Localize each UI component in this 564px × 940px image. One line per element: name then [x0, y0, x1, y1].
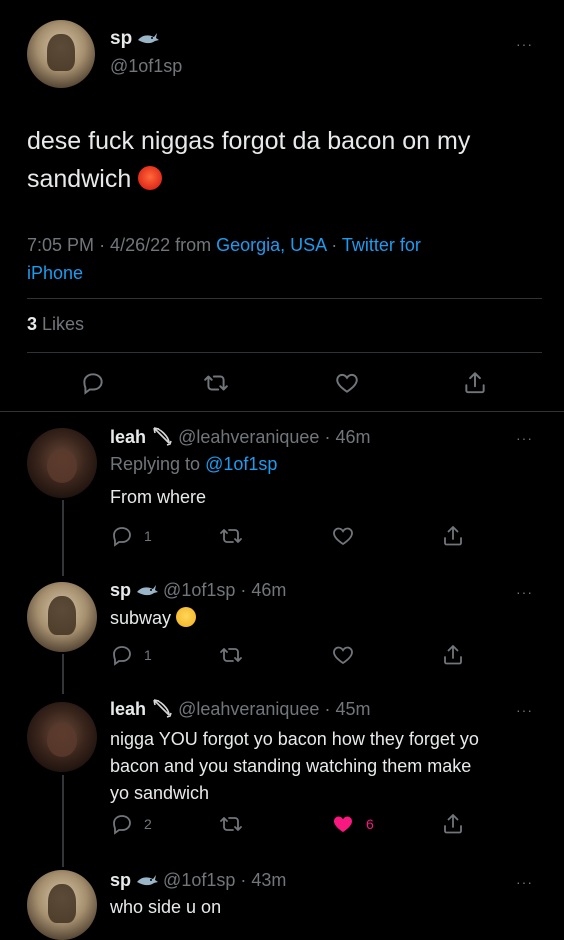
reply-icon[interactable] — [80, 370, 106, 396]
retweet-icon[interactable] — [203, 370, 229, 396]
more-options-icon[interactable]: ··· — [516, 584, 533, 600]
tweet-text: who side u on — [110, 897, 222, 917]
thread-line — [62, 775, 64, 867]
tweet-text: subway — [110, 607, 197, 629]
display-name[interactable]: leah — [110, 699, 146, 719]
avatar[interactable] — [27, 20, 95, 88]
liked-heart-icon[interactable] — [331, 812, 355, 836]
retweet-icon[interactable] — [219, 524, 243, 548]
tweet-meta: 7:05 PM · 4/26/22 from Georgia, USA · Tw… — [27, 231, 547, 287]
tweet-text: dese fuck niggas forgot da bacon on my s… — [27, 127, 471, 193]
share-icon[interactable] — [441, 812, 465, 836]
thread-line — [62, 654, 64, 694]
share-icon[interactable] — [462, 370, 488, 396]
display-name[interactable]: sp — [110, 580, 131, 600]
display-name[interactable]: sp — [110, 28, 132, 49]
tweet-text: From where — [110, 487, 207, 507]
shushing-face-emoji-icon — [176, 607, 197, 627]
shark-emoji-icon — [137, 875, 159, 886]
handle[interactable]: @leahveraniquee — [178, 699, 319, 719]
angry-face-emoji-icon — [138, 166, 163, 190]
tweet-age: · 46m — [240, 580, 287, 600]
more-options-icon[interactable]: ··· — [516, 430, 533, 446]
tweet-text: nigga YOU forgot yo bacon how they forge… — [110, 729, 479, 803]
more-options-icon[interactable]: ··· — [516, 874, 533, 890]
more-options-icon[interactable]: ··· — [516, 702, 533, 718]
reply-icon[interactable] — [110, 812, 134, 836]
tweet-time[interactable]: 7:05 PM — [27, 235, 94, 255]
reply-count: 1 — [144, 528, 152, 544]
avatar[interactable] — [27, 582, 97, 652]
divider — [27, 352, 542, 353]
thread-line — [62, 500, 64, 576]
retweet-icon[interactable] — [219, 643, 243, 667]
like-icon[interactable] — [334, 370, 360, 396]
tweet-age: · 46m — [324, 427, 371, 447]
divider — [0, 411, 564, 412]
divider — [27, 298, 542, 299]
tweet-source-cont[interactable]: iPhone — [27, 263, 83, 283]
share-icon[interactable] — [441, 643, 465, 667]
reply-icon[interactable] — [110, 643, 134, 667]
like-count: 6 — [366, 816, 374, 832]
tweet-source[interactable]: Twitter for — [342, 235, 421, 255]
handle[interactable]: @leahveraniquee — [178, 427, 319, 447]
shark-emoji-icon — [137, 585, 159, 596]
more-options-icon[interactable]: ··· — [516, 36, 533, 52]
bow-and-arrow-emoji-icon — [153, 699, 172, 718]
tweet-age: · 43m — [240, 870, 287, 890]
tweet-age: · 45m — [324, 699, 371, 719]
like-icon[interactable] — [331, 643, 355, 667]
shark-emoji-icon — [138, 33, 160, 44]
reply-icon[interactable] — [110, 524, 134, 548]
likes-stat[interactable]: 3 Likes — [27, 314, 84, 335]
avatar[interactable] — [27, 870, 97, 940]
handle[interactable]: @1of1sp — [163, 870, 235, 890]
retweet-icon[interactable] — [219, 812, 243, 836]
replying-to: Replying to @1of1sp — [110, 454, 278, 474]
like-icon[interactable] — [331, 524, 355, 548]
reply-count: 1 — [144, 647, 152, 663]
share-icon[interactable] — [441, 524, 465, 548]
handle[interactable]: @1of1sp — [110, 56, 182, 77]
avatar[interactable] — [27, 702, 97, 772]
bow-and-arrow-emoji-icon — [153, 427, 172, 446]
handle[interactable]: @1of1sp — [163, 580, 235, 600]
tweet-location[interactable]: Georgia, USA — [216, 235, 326, 255]
meta-separator: · — [331, 235, 338, 255]
reply-count: 2 — [144, 816, 152, 832]
avatar[interactable] — [27, 428, 97, 498]
display-name[interactable]: sp — [110, 870, 131, 890]
display-name[interactable]: leah — [110, 427, 146, 447]
tweet-date: · 4/26/22 from — [99, 235, 212, 255]
